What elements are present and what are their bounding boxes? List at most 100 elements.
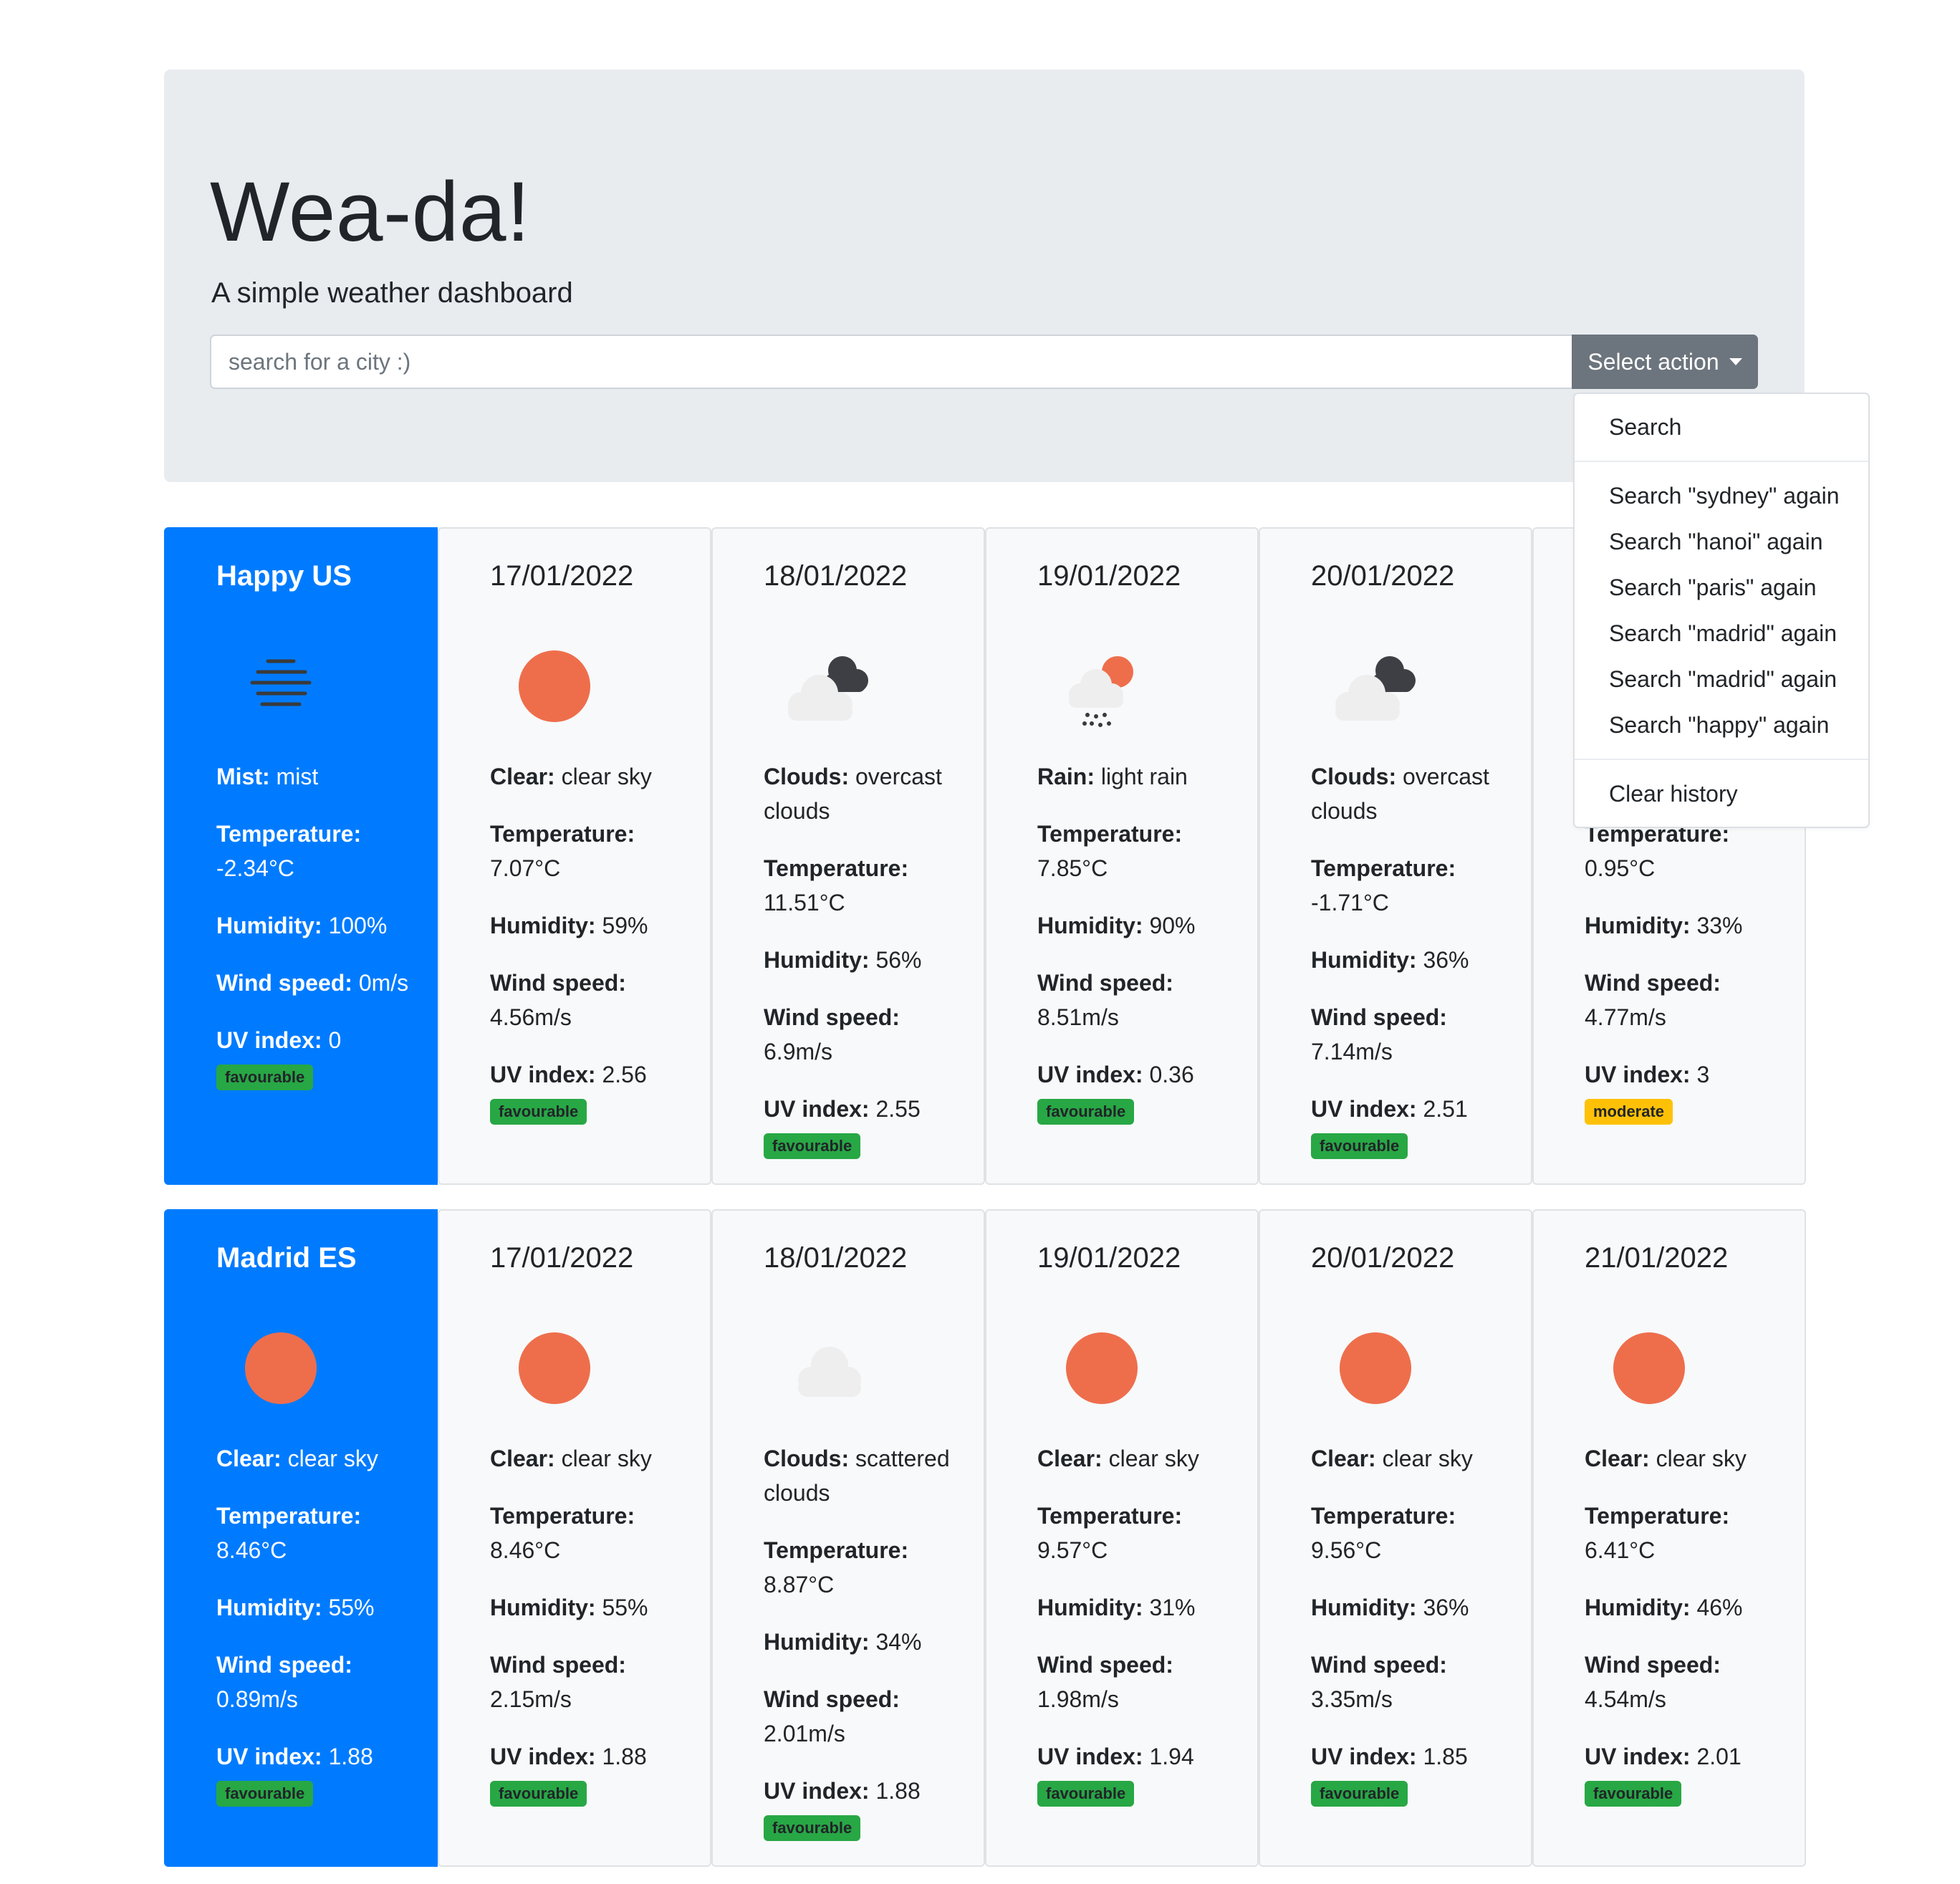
wind-value: 0.89m/s: [216, 1686, 298, 1712]
uv-line: UV index: 2.55 favourable: [764, 1092, 957, 1160]
humidity-line: Humidity: 55%: [216, 1590, 410, 1625]
dropdown-item-history[interactable]: Search "hanoi" again: [1575, 519, 1868, 564]
uv-value: 1.88: [602, 1744, 647, 1769]
humidity-value: 36%: [1423, 947, 1469, 973]
uv-status-badge: favourable: [216, 1781, 314, 1807]
humidity-value: 31%: [1149, 1595, 1196, 1620]
condition-description: clear sky: [1108, 1446, 1199, 1471]
humidity-value: 56%: [875, 947, 922, 973]
uv-line: UV index: 0.36 favourable: [1037, 1057, 1231, 1126]
caret-down-icon: [1729, 358, 1742, 365]
app-subtitle: A simple weather dashboard: [211, 277, 573, 309]
temperature-line: Temperature: 11.51°C: [764, 851, 957, 920]
uv-status-badge: favourable: [216, 1064, 314, 1090]
sun-icon: [1325, 1318, 1426, 1418]
condition-line: Clear: clear sky: [1585, 1441, 1778, 1476]
dropdown-item-history[interactable]: Search "madrid" again: [1575, 656, 1868, 702]
condition-line: Clear: clear sky: [490, 759, 683, 794]
temperature-line: Temperature: 6.41°C: [1585, 1499, 1778, 1567]
condition-line: Clear: clear sky: [216, 1441, 410, 1476]
temperature-line: Temperature: 9.57°C: [1037, 1499, 1231, 1567]
temperature-label: Temperature:: [1585, 1503, 1730, 1529]
wind-line: Wind speed: 7.14m/s: [1311, 1000, 1504, 1069]
wind-value: 2.01m/s: [764, 1721, 845, 1746]
temperature-value: 8.87°C: [764, 1572, 835, 1597]
forecast-day-card: 18/01/2022 Clouds: overcast clouds Tempera…: [711, 527, 985, 1185]
uv-label: UV index:: [764, 1778, 870, 1804]
humidity-value: 33%: [1696, 913, 1743, 938]
temperature-value: 8.46°C: [490, 1537, 561, 1563]
temperature-value: -1.71°C: [1311, 890, 1389, 915]
humidity-line: Humidity: 100%: [216, 908, 410, 943]
wind-value: 4.56m/s: [490, 1004, 572, 1030]
forecast-date: 20/01/2022: [1311, 560, 1455, 592]
temperature-value: 8.46°C: [216, 1537, 287, 1563]
dropdown-item-history[interactable]: Search "happy" again: [1575, 702, 1868, 748]
uv-line: UV index: 1.85 favourable: [1311, 1739, 1504, 1808]
wind-label: Wind speed:: [1311, 1652, 1447, 1678]
condition-label: Clouds:: [1311, 764, 1397, 789]
humidity-line: Humidity: 55%: [490, 1590, 683, 1625]
temperature-line: Temperature: 8.87°C: [764, 1533, 957, 1602]
uv-line: UV index: 3 moderate: [1585, 1057, 1778, 1126]
app-title: Wea-da!: [210, 165, 531, 259]
uv-value: 1.94: [1149, 1744, 1194, 1769]
dropdown-item-history[interactable]: Search "madrid" again: [1575, 610, 1868, 656]
forecast-date: 17/01/2022: [490, 560, 634, 592]
forecast-date: 18/01/2022: [764, 1242, 908, 1274]
uv-value: 1.88: [875, 1778, 921, 1804]
uv-label: UV index:: [490, 1744, 596, 1769]
uv-status-badge: favourable: [1037, 1781, 1135, 1807]
wind-line: Wind speed: 0m/s: [216, 966, 410, 1000]
select-action-button[interactable]: Select action: [1572, 335, 1758, 389]
uv-label: UV index:: [764, 1096, 870, 1122]
uv-status-badge: favourable: [764, 1815, 861, 1841]
dropdown-item-search[interactable]: Search: [1575, 404, 1868, 450]
wind-label: Wind speed:: [1585, 1652, 1721, 1678]
weather-details: Clear: clear sky Temperature: 8.46°C Humid…: [490, 1441, 710, 1808]
temperature-label: Temperature:: [764, 855, 909, 881]
city-forecast-row: Happy US Mist: mist Temperature: -2.34°C Hu…: [164, 527, 1806, 1185]
current-weather-card: Happy US Mist: mist Temperature: -2.34°C Hu…: [164, 527, 438, 1185]
condition-description: clear sky: [287, 1446, 378, 1471]
temperature-line: Temperature: 9.56°C: [1311, 1499, 1504, 1567]
humidity-value: 59%: [602, 913, 648, 938]
uv-line: UV index: 1.88 favourable: [216, 1739, 410, 1808]
weather-details: Rain: light rain Temperature: 7.85°C Humid…: [1037, 759, 1257, 1126]
humidity-line: Humidity: 59%: [490, 908, 683, 943]
wind-value: 4.54m/s: [1585, 1686, 1666, 1712]
uv-status-badge: favourable: [764, 1133, 861, 1159]
condition-label: Clear:: [490, 1446, 555, 1471]
condition-label: Clear:: [216, 1446, 282, 1471]
humidity-value: 46%: [1696, 1595, 1743, 1620]
wind-label: Wind speed:: [1311, 1004, 1447, 1030]
forecast-date: 18/01/2022: [764, 560, 908, 592]
forecast-date: 19/01/2022: [1037, 560, 1181, 592]
condition-label: Mist:: [216, 764, 270, 789]
uv-value: 0.36: [1149, 1062, 1194, 1087]
sun-icon: [231, 1318, 331, 1418]
city-search-input[interactable]: [210, 335, 1572, 389]
uv-label: UV index:: [216, 1744, 322, 1769]
uv-value: 2.51: [1423, 1096, 1468, 1122]
condition-label: Clear:: [1311, 1446, 1376, 1471]
dropdown-item-history[interactable]: Search "paris" again: [1575, 564, 1868, 610]
broken-clouds-icon: [1325, 636, 1426, 736]
weather-details: Clouds: overcast clouds Temperature: 11.5…: [764, 759, 984, 1160]
humidity-value: 100%: [328, 913, 388, 938]
condition-line: Mist: mist: [216, 759, 410, 794]
uv-label: UV index:: [1311, 1744, 1417, 1769]
wind-label: Wind speed:: [1037, 970, 1173, 996]
weather-details: Clear: clear sky Temperature: 7.07°C Humid…: [490, 759, 710, 1126]
dropdown-item-clear-history[interactable]: Clear history: [1575, 771, 1868, 817]
wind-line: Wind speed: 4.54m/s: [1585, 1648, 1778, 1716]
condition-line: Clear: clear sky: [1311, 1441, 1504, 1476]
forecast-day-card: 17/01/2022 Clear: clear sky Temperature: 7…: [438, 527, 711, 1185]
temperature-line: Temperature: -2.34°C: [216, 817, 410, 885]
dropdown-item-history[interactable]: Search "sydney" again: [1575, 473, 1868, 519]
temperature-label: Temperature:: [764, 1537, 909, 1563]
wind-line: Wind speed: 4.77m/s: [1585, 966, 1778, 1034]
condition-description: clear sky: [1656, 1446, 1747, 1471]
cloud-icon: [778, 1318, 878, 1418]
temperature-line: Temperature: -1.71°C: [1311, 851, 1504, 920]
